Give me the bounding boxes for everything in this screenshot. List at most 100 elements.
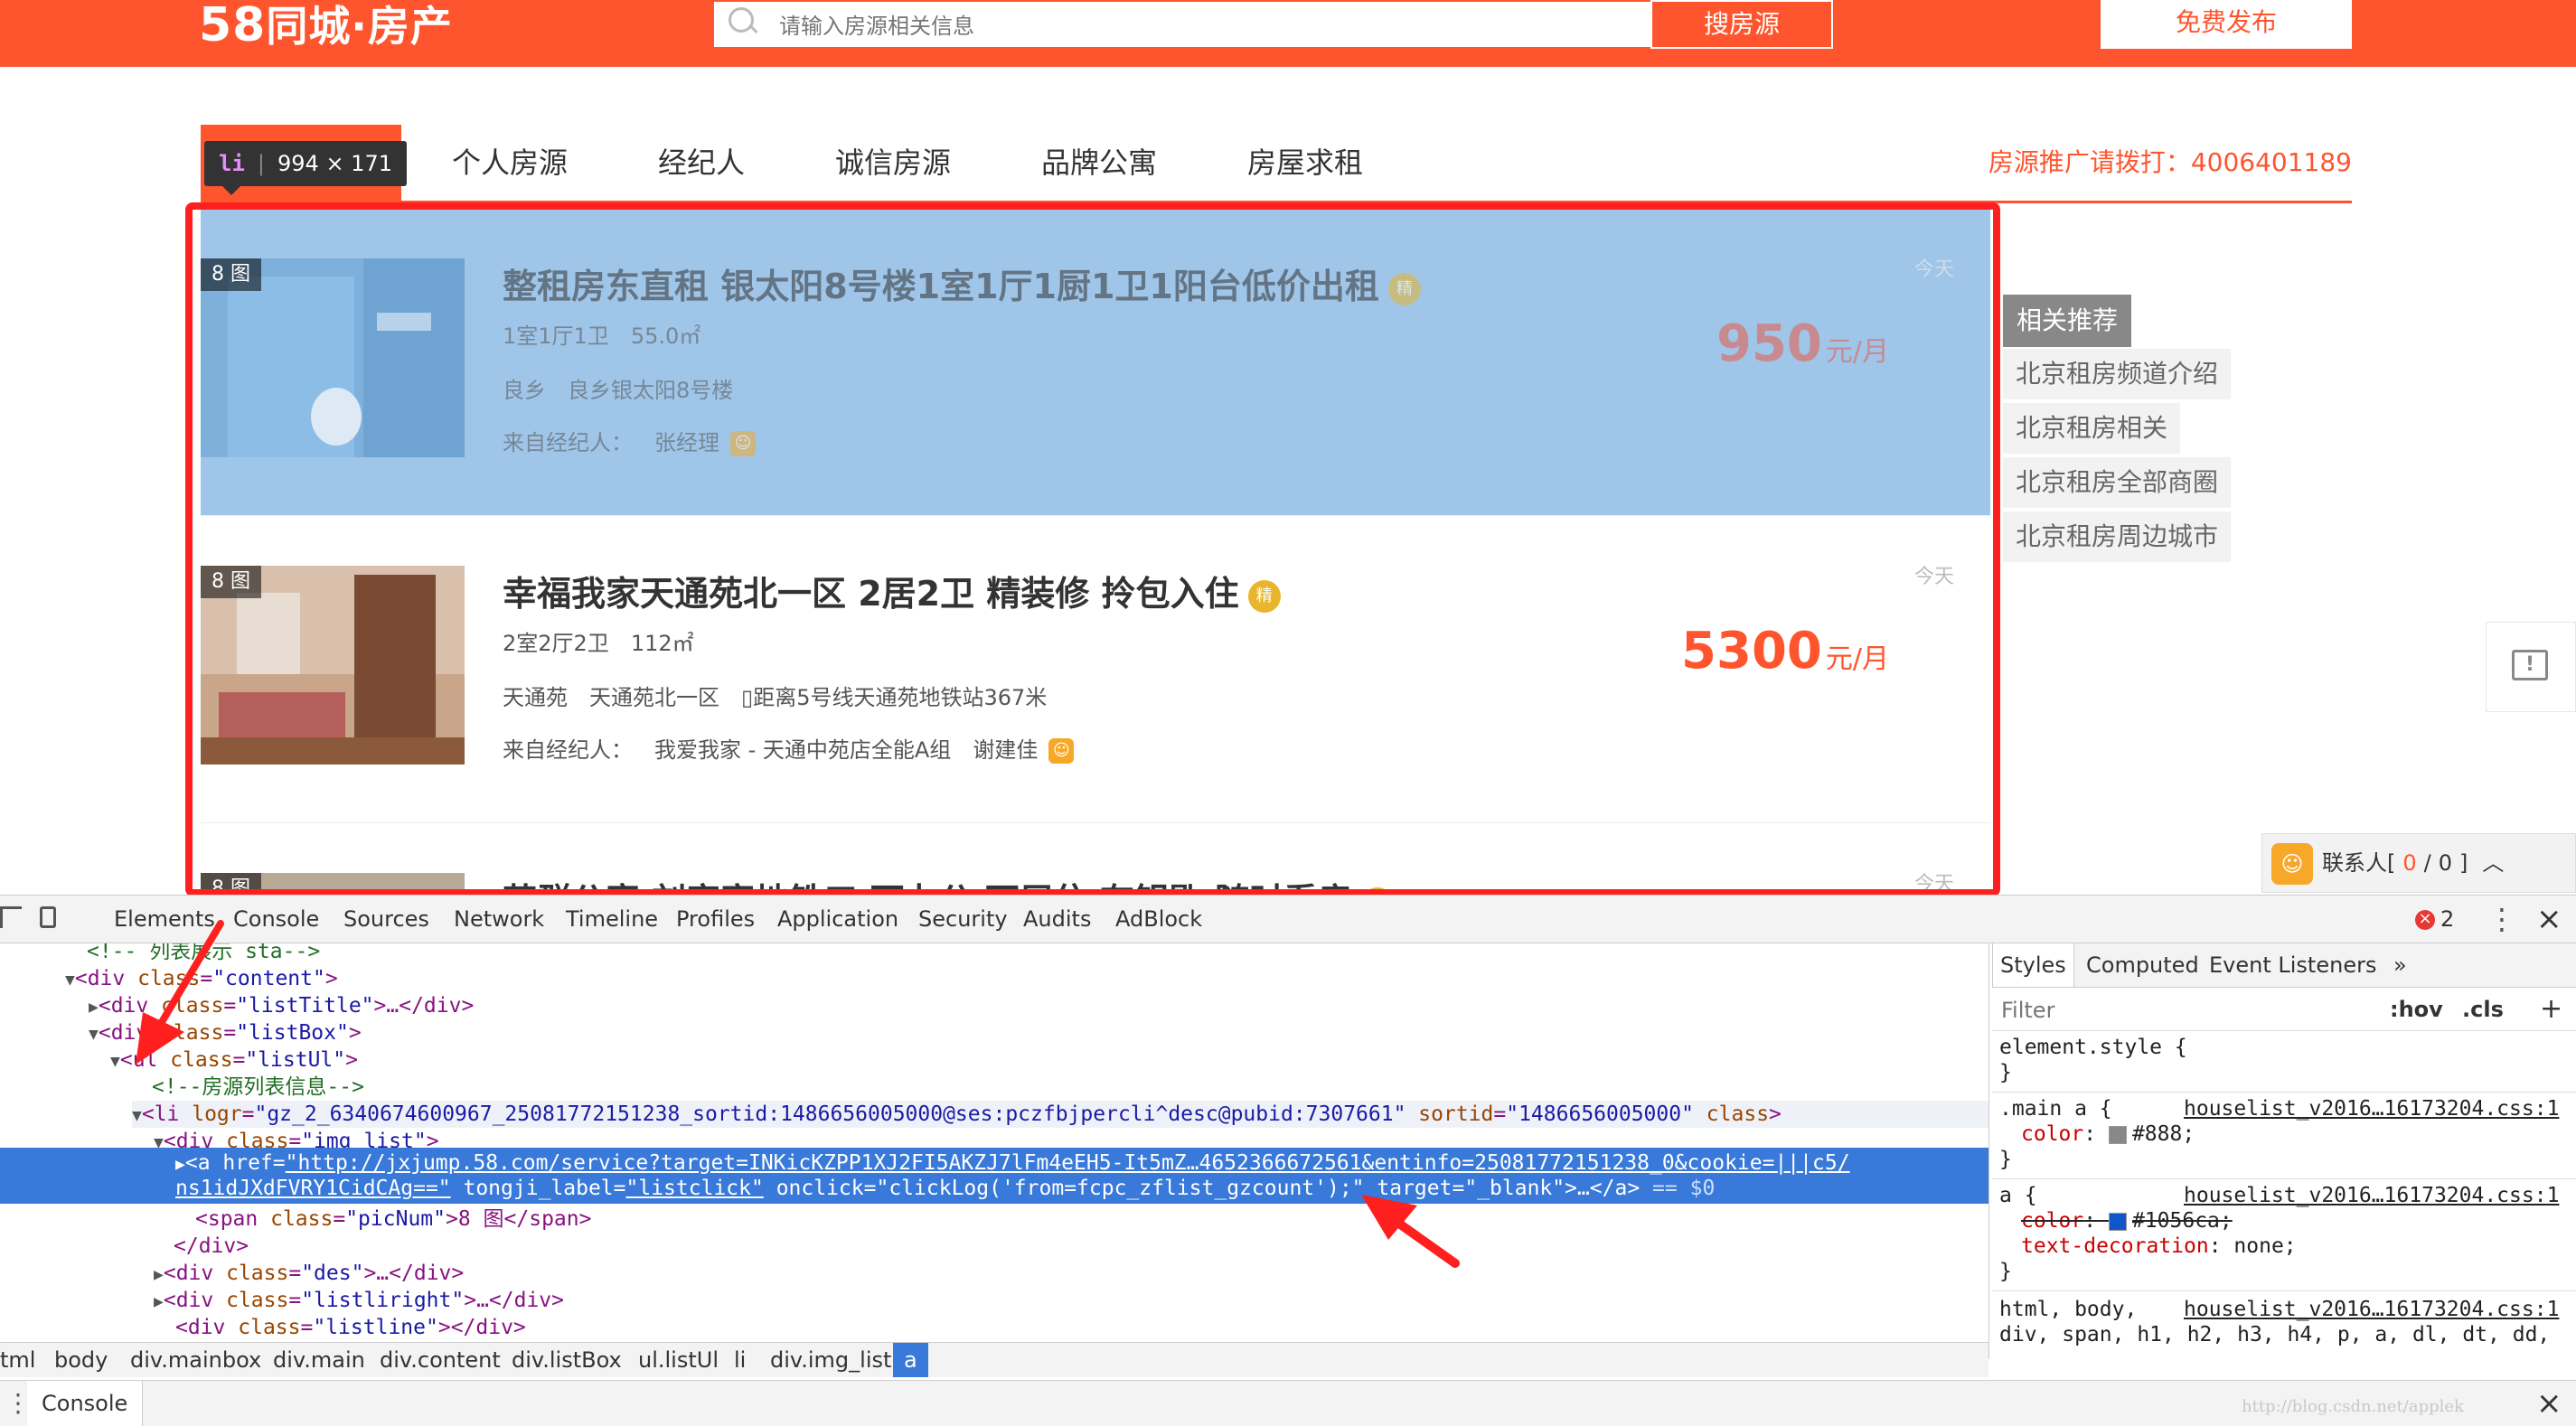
hover-state-toggle[interactable]: :hov (2390, 989, 2443, 1030)
dom-node[interactable]: <span class="picNum">8 图</span> (195, 1206, 591, 1233)
rule-divider (1992, 1290, 2576, 1291)
css-brace: } (1999, 1260, 2012, 1283)
related-title: 相关推荐 (2003, 295, 2131, 347)
tab-brand-apartment[interactable]: 品牌公寓 (1041, 125, 1157, 201)
more-options-icon[interactable]: ⋮ (2487, 896, 2516, 943)
dom-node[interactable]: ▼<div class="listBox"> (89, 1019, 362, 1046)
contact-bar[interactable]: ☺ 联系人[0/0] ︿ (2261, 833, 2576, 893)
tab-more[interactable]: » (2393, 943, 2407, 987)
tab-wanted[interactable]: 房屋求租 (1247, 125, 1363, 201)
dom-node[interactable]: ▶<div class="listTitle">…</div> (89, 992, 474, 1019)
dom-node[interactable]: ▼<ul class="listUl"> (110, 1046, 358, 1074)
css-selector[interactable]: element.style { (1999, 1034, 2187, 1061)
color-swatch[interactable] (2108, 1212, 2127, 1231)
tab-timeline[interactable]: Timeline (566, 896, 658, 943)
tab-event-listeners[interactable]: Event Listeners (2209, 943, 2376, 987)
promo-hotline: 房源推广请拨打：4006401189 (1988, 147, 2352, 177)
css-source-link[interactable]: houselist_v2016…16173204.css:1 (2184, 1296, 2559, 1323)
css-selector[interactable]: html, body, (1999, 1296, 2137, 1323)
css-declaration[interactable]: text-decoration: none; (2021, 1233, 2297, 1260)
tab-audits[interactable]: Audits (1023, 896, 1091, 943)
breadcrumb-item[interactable]: tml (0, 1343, 35, 1377)
breadcrumb-item[interactable]: li (734, 1343, 746, 1377)
error-count-badge[interactable]: 2 (2415, 896, 2454, 943)
css-declaration-overridden[interactable]: color: #1056ca; (2021, 1207, 2233, 1234)
annotation-outline (185, 202, 2000, 896)
site-logo[interactable]: 58同城·房产 (199, 0, 453, 54)
css-source-link[interactable]: houselist_v2016…16173204.css:1 (2184, 1182, 2559, 1209)
related-link[interactable]: 北京租房周边城市 (2003, 511, 2232, 562)
related-link[interactable]: 北京租房全部商圈 (2003, 457, 2232, 508)
selected-dom-node[interactable]: ▶<a href="http://jxjump.58.com/service?t… (0, 1148, 1988, 1204)
tab-agent[interactable]: 经纪人 (658, 125, 745, 201)
chevron-up-icon[interactable]: ︿ (2482, 850, 2504, 876)
dom-node-line: ns1idJXdFVRY1CidCAg==" tongji_label="lis… (175, 1177, 1716, 1200)
devtools-toolbar: Elements Console Sources Network Timelin… (0, 896, 2576, 943)
inspector-tooltip: li | 994 × 171 (204, 141, 407, 195)
device-mode-icon[interactable] (40, 906, 56, 928)
tab-security[interactable]: Security (918, 896, 1008, 943)
tab-profiles[interactable]: Profiles (676, 896, 755, 943)
styles-pane: Styles Computed Event Listeners » :hov .… (1992, 943, 2576, 1377)
breadcrumb-item[interactable]: div.main (273, 1343, 365, 1377)
color-swatch[interactable] (2108, 1125, 2127, 1144)
css-declaration[interactable]: color: #888; (2021, 1121, 2195, 1148)
dom-node[interactable]: <!-- 列表展示 sta--> (87, 943, 320, 965)
css-selector[interactable]: .main a { (1999, 1095, 2112, 1122)
breadcrumb-item[interactable]: div.listBox (512, 1343, 622, 1377)
class-toggle[interactable]: .cls (2462, 989, 2504, 1030)
tab-personal[interactable]: 个人房源 (452, 125, 568, 201)
rule-divider (1992, 1092, 2576, 1093)
dom-node[interactable]: <div class="listline"></div> (175, 1314, 526, 1341)
related-link[interactable]: 北京租房相关 (2003, 403, 2181, 454)
search-input[interactable] (777, 7, 1594, 45)
dom-node[interactable]: ▶<div class="des">…</div> (154, 1260, 464, 1287)
feedback-button[interactable]: ! (2486, 622, 2576, 712)
close-icon[interactable]: × (2536, 896, 2562, 943)
css-selector[interactable]: div, span, h1, h2, h3, h4, p, a, dl, dt,… (1999, 1321, 2550, 1348)
elements-tree[interactable]: <!-- 列表展示 sta--> ▼<div class="content"> … (0, 943, 1989, 1359)
tab-trusted[interactable]: 诚信房源 (835, 125, 951, 201)
search-icon (729, 7, 754, 33)
dom-node[interactable]: ▼<li logr="gz_2_6340674600967_2508177215… (132, 1101, 1988, 1128)
watermark: http://blog.csdn.net/applek (2242, 1397, 2464, 1416)
rule-divider (1992, 1178, 2576, 1179)
tab-application[interactable]: Application (777, 896, 898, 943)
breadcrumb-item[interactable]: body (54, 1343, 108, 1377)
tab-styles[interactable]: Styles (1992, 943, 2074, 987)
related-link[interactable]: 北京租房频道介绍 (2003, 349, 2232, 399)
breadcrumb-item-active[interactable]: a (893, 1343, 928, 1377)
inspect-element-icon[interactable] (0, 906, 22, 928)
dom-breadcrumb: tml body div.mainbox div.main div.conten… (0, 1342, 1988, 1377)
breadcrumb-item[interactable]: div.content (380, 1343, 501, 1377)
tab-console[interactable]: Console (233, 896, 319, 943)
tab-elements[interactable]: Elements (114, 896, 215, 943)
dom-node[interactable]: <!--房源列表信息--> (152, 1074, 364, 1101)
css-selector[interactable]: a { (1999, 1182, 2037, 1209)
breadcrumb-item[interactable]: ul.listUl (638, 1343, 719, 1377)
close-icon[interactable]: × (2536, 1381, 2562, 1426)
search-button[interactable]: 搜房源 (1650, 0, 1833, 49)
dom-node[interactable]: ▶<div class="listliright">…</div> (154, 1287, 564, 1314)
free-publish-button[interactable]: 免费发布 (2101, 0, 2352, 49)
listing-tabs: 个人房源 经纪人 诚信房源 品牌公寓 房屋求租 房源推广请拨打：40064011… (201, 125, 2352, 203)
css-brace: } (1999, 1061, 2012, 1084)
breadcrumb-item[interactable]: div.img_list (770, 1343, 891, 1377)
console-drawer: ⋮ Console × (0, 1380, 2576, 1426)
breadcrumb-item[interactable]: div.mainbox (130, 1343, 261, 1377)
tab-adblock[interactable]: AdBlock (1115, 896, 1202, 943)
devtools-panel: Elements Console Sources Network Timelin… (0, 895, 2576, 1426)
console-drawer-tab[interactable]: Console (27, 1381, 144, 1426)
contact-face-icon: ☺ (2271, 843, 2313, 885)
add-rule-icon[interactable]: + (2540, 989, 2562, 1030)
dom-node[interactable]: ▼<div class="content"> (65, 965, 338, 992)
styles-filter-input[interactable] (1999, 994, 2364, 1027)
css-source-link[interactable]: houselist_v2016…16173204.css:1 (2184, 1095, 2559, 1122)
dom-node[interactable]: </div> (174, 1233, 249, 1260)
tab-network[interactable]: Network (454, 896, 544, 943)
tab-computed[interactable]: Computed (2086, 943, 2199, 987)
search-box (712, 0, 1652, 49)
styles-tabs: Styles Computed Event Listeners » (1992, 943, 2576, 988)
top-header-bar: 58同城·房产 搜房源 免费发布 (0, 0, 2576, 67)
tab-sources[interactable]: Sources (343, 896, 429, 943)
